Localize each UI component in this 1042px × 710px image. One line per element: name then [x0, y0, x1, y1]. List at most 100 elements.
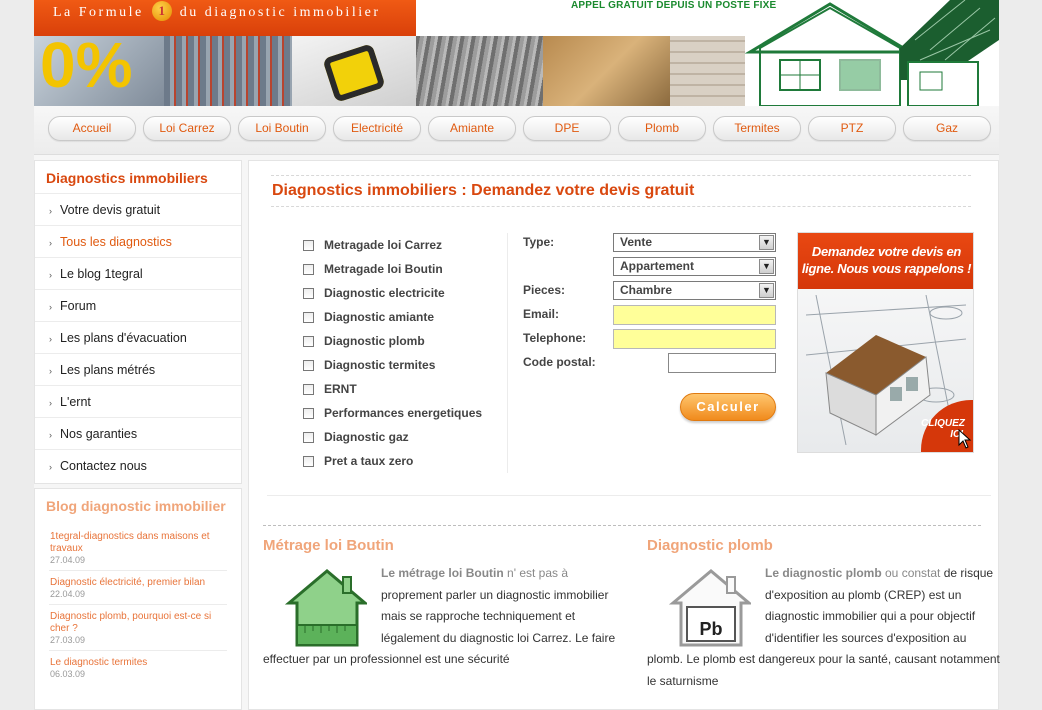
checkbox-row[interactable]: ERNT: [303, 377, 482, 401]
checkbox-label[interactable]: Diagnostic plomb: [324, 334, 425, 348]
tape-measure-icon: [322, 43, 386, 103]
pieces-select[interactable]: Chambre ▼: [613, 281, 776, 300]
arrow-right-icon: ›: [49, 270, 52, 280]
email-label: Email:: [523, 307, 560, 321]
checkbox-row[interactable]: Diagnostic gaz: [303, 425, 482, 449]
postal-code-field[interactable]: [668, 353, 776, 373]
pieces-select-value: Chambre: [620, 283, 673, 297]
nav-accueil[interactable]: Accueil: [48, 116, 136, 141]
sidebar-item-devis[interactable]: › Votre devis gratuit: [35, 194, 241, 226]
arrow-right-icon: ›: [49, 398, 52, 408]
checkbox-row[interactable]: Diagnostic plomb: [303, 329, 482, 353]
sidebar-item-tous-diagnostics[interactable]: › Tous les diagnostics: [35, 226, 241, 258]
sidebar-item-forum[interactable]: › Forum: [35, 290, 241, 322]
checkbox-row[interactable]: Diagnostic termites: [303, 353, 482, 377]
nav-loi-boutin[interactable]: Loi Boutin: [238, 116, 326, 141]
checkbox[interactable]: [303, 239, 314, 251]
nav-termites[interactable]: Termites: [713, 116, 801, 141]
sidebar-item-contact[interactable]: › Contactez nous: [35, 450, 241, 482]
blog-post[interactable]: Diagnostic plomb, pourquoi est-ce si che…: [49, 605, 227, 651]
checkbox-row[interactable]: Diagnostic electricite: [303, 281, 482, 305]
blog-post-title[interactable]: 1tegral-diagnostics dans maisons et trav…: [50, 531, 227, 555]
tagline-after: du diagnostic immobilier: [179, 5, 381, 20]
checkbox-label[interactable]: Performances energetiques: [324, 406, 482, 420]
arrow-right-icon: ›: [49, 366, 52, 376]
blog-post-date: 27.04.09: [50, 555, 86, 565]
checkbox-label[interactable]: Metragade loi Boutin: [324, 262, 443, 276]
checkbox-label[interactable]: Metragade loi Carrez: [324, 238, 442, 252]
sidebar-menu: Diagnostics immobiliers › Votre devis gra…: [34, 160, 242, 484]
checkbox[interactable]: [303, 359, 314, 371]
logo-badge: 1: [151, 1, 172, 21]
email-field[interactable]: [613, 305, 776, 325]
checkbox-label[interactable]: Diagnostic amiante: [324, 310, 434, 324]
checkbox[interactable]: [303, 263, 314, 275]
checkbox-label[interactable]: Diagnostic termites: [324, 358, 435, 372]
sidebar-item-garanties[interactable]: › Nos garanties: [35, 418, 241, 450]
quote-ad-banner[interactable]: Demandez votre devis en ligne. Nous vous…: [797, 232, 974, 453]
chevron-down-icon[interactable]: ▼: [759, 283, 774, 298]
article-title[interactable]: Métrage loi Boutin: [263, 537, 617, 563]
checkbox[interactable]: [303, 311, 314, 323]
chevron-down-icon[interactable]: ▼: [759, 259, 774, 274]
checkbox[interactable]: [303, 383, 314, 395]
checkbox-label[interactable]: ERNT: [324, 382, 357, 396]
blog-post[interactable]: Diagnostic électricité, premier bilan 22…: [49, 571, 227, 605]
sidebar-item-plans-metres[interactable]: › Les plans métrés: [35, 354, 241, 386]
checkbox-label[interactable]: Diagnostic gaz: [324, 430, 409, 444]
sidebar-item-plans-evacuation[interactable]: › Les plans d'évacuation: [35, 322, 241, 354]
type-select[interactable]: Vente ▼: [613, 233, 776, 252]
sidebar: Diagnostics immobiliers › Votre devis gra…: [34, 160, 242, 710]
nav-electricite[interactable]: Electricité: [333, 116, 421, 141]
checkbox[interactable]: [303, 455, 314, 467]
nav-plomb[interactable]: Plomb: [618, 116, 706, 141]
checkbox[interactable]: [303, 407, 314, 419]
checkbox-label[interactable]: Diagnostic electricite: [324, 286, 445, 300]
telephone-field[interactable]: [613, 329, 776, 349]
article-lead[interactable]: Le métrage loi Boutin: [381, 566, 504, 580]
checkbox-row[interactable]: Pret a taux zero: [303, 449, 482, 473]
chevron-down-icon[interactable]: ▼: [759, 235, 774, 250]
checkbox-row[interactable]: Performances energetiques: [303, 401, 482, 425]
checkbox-row[interactable]: Metragade loi Boutin: [303, 257, 482, 281]
blog-post-title[interactable]: Diagnostic plomb, pourquoi est-ce si che…: [50, 611, 227, 635]
blog-post-title[interactable]: Diagnostic électricité, premier bilan: [50, 577, 227, 589]
property-type-select[interactable]: Appartement ▼: [613, 257, 776, 276]
sidebar-item-ernt[interactable]: › L'ernt: [35, 386, 241, 418]
checkbox[interactable]: [303, 287, 314, 299]
sidebar-item-label: Les plans métrés: [60, 363, 156, 377]
page-title: Diagnostics immobiliers : Demandez votre…: [271, 175, 971, 207]
sidebar-title: Diagnostics immobiliers: [35, 161, 241, 194]
checkbox[interactable]: [303, 335, 314, 347]
article-title[interactable]: Diagnostic plomb: [647, 537, 1001, 563]
sidebar-item-label: Forum: [60, 299, 97, 313]
arrow-right-icon: ›: [49, 334, 52, 344]
checkbox-label[interactable]: Pret a taux zero: [324, 454, 413, 468]
banner-photo-wood: [543, 36, 670, 106]
blog-post[interactable]: Le diagnostic termites 06.03.09: [49, 651, 227, 684]
nav-amiante[interactable]: Amiante: [428, 116, 516, 141]
checkbox-row[interactable]: Diagnostic amiante: [303, 305, 482, 329]
calculer-button[interactable]: Calculer: [680, 393, 776, 421]
nav-gaz[interactable]: Gaz: [903, 116, 991, 141]
banner-photo-electric: 0%: [34, 29, 164, 106]
nav-dpe[interactable]: DPE: [523, 116, 611, 141]
nav-ptz[interactable]: PTZ: [808, 116, 896, 141]
sidebar-item-label: Le blog 1tegral: [60, 267, 143, 281]
sidebar-item-label: Contactez nous: [60, 459, 147, 473]
checkbox[interactable]: [303, 431, 314, 443]
nav-loi-carrez[interactable]: Loi Carrez: [143, 116, 231, 141]
sidebar-item-blog[interactable]: › Le blog 1tegral: [35, 258, 241, 290]
main-content: Diagnostics immobiliers : Demandez votre…: [248, 160, 1001, 710]
blog-post-title[interactable]: Le diagnostic termites: [50, 657, 227, 669]
article-lead[interactable]: Le diagnostic plomb: [765, 566, 882, 580]
pb-symbol: Pb: [699, 619, 722, 639]
sidebar-item-label: Votre devis gratuit: [60, 203, 161, 217]
article-loi-boutin: Métrage loi Boutin Le métrage loi Boutin…: [263, 537, 617, 671]
arrow-right-icon: ›: [49, 430, 52, 440]
cursor-icon: [958, 429, 972, 449]
checkbox-row[interactable]: Metragade loi Carrez: [303, 233, 482, 257]
section-divider: [267, 495, 991, 496]
blog-post[interactable]: 1tegral-diagnostics dans maisons et trav…: [49, 525, 227, 571]
sidebar-item-label: Nos garanties: [60, 427, 138, 441]
